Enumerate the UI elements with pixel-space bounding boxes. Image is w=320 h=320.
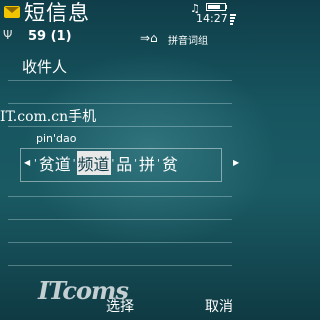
candidate-list: ' 贫道 ' 频道 ' 品 ' 拼 ' 贫 (33, 151, 179, 175)
arrow-left-icon[interactable]: ◀ (24, 158, 30, 167)
arrow-right-icon[interactable]: ▶ (233, 158, 239, 167)
candidate-item[interactable]: 品 (115, 151, 133, 175)
candidate-item[interactable]: 贫道 (38, 151, 72, 175)
cancel-softkey[interactable]: 取消 (205, 296, 233, 316)
editor-line (8, 80, 232, 81)
recipient-field[interactable]: 收件人 (22, 56, 67, 77)
app-title: 短信息 (24, 1, 90, 25)
candidate-item[interactable]: 贫 (161, 151, 179, 175)
message-envelope-icon (4, 6, 20, 18)
candidate-item[interactable]: 拼 (138, 151, 156, 175)
clock-time: 14:27 (196, 12, 228, 25)
editor-line (8, 126, 232, 127)
input-mode-label: 拼音词组 (168, 36, 208, 47)
editor-line (8, 196, 232, 197)
editor-line (8, 242, 232, 243)
watermark-text: IT.com.cn手机 (0, 109, 97, 125)
signal-strength-icon (230, 14, 236, 28)
pinyin-input: pin'dao (36, 132, 77, 145)
battery-tip (225, 5, 227, 9)
editor-line (8, 103, 232, 104)
input-mode-icon: ⇒⌂ (140, 31, 158, 45)
editor-line (8, 219, 232, 220)
candidate-item-selected[interactable]: 频道 (76, 151, 111, 175)
char-counter: 59 (1) (28, 29, 72, 44)
signal-icon: Ψ (3, 28, 13, 42)
select-softkey[interactable]: 选择 (106, 296, 134, 316)
battery-icon (206, 3, 226, 11)
editor-line (8, 265, 232, 266)
status-bar: 短信息 ♫ 14:27 (0, 0, 240, 28)
